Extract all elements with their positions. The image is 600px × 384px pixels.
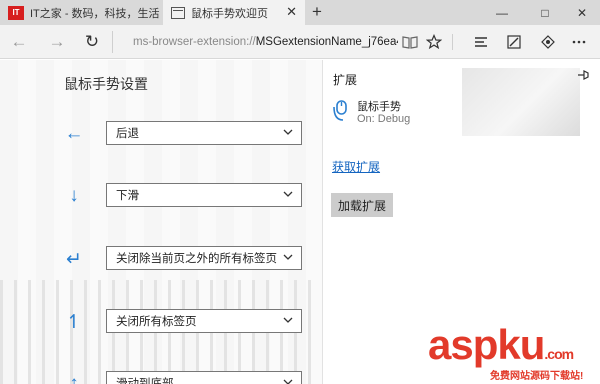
ithome-favicon-icon: IT — [8, 5, 24, 20]
gesture-row: ↓ 下滑 — [0, 183, 322, 213]
navigation-bar: ← → ↻ ms-browser-extension://MSGextensio… — [0, 25, 600, 59]
pin-icon[interactable] — [576, 68, 590, 82]
watermark-logo-text: aspku — [428, 321, 545, 368]
address-prefix: ms-browser-extension:// — [133, 36, 256, 48]
gesture-action-select[interactable]: 关闭所有标签页 — [106, 309, 302, 333]
tab-label: IT之家 - 数码，科技，生活 — [30, 7, 160, 20]
tab-close-icon[interactable]: ✕ — [286, 4, 297, 20]
address-bar[interactable]: ms-browser-extension://MSGextensionName_… — [112, 31, 398, 53]
up-arrow-icon: ↑ — [69, 373, 79, 384]
back-button[interactable]: ← — [6, 30, 32, 54]
tab-mouse-gesture-welcome[interactable]: 鼠标手势欢迎页 ✕ — [163, 0, 305, 25]
page-favicon-icon — [171, 6, 185, 19]
gesture-action-select[interactable]: 滑动到底部 — [106, 371, 302, 384]
web-note-icon[interactable] — [501, 30, 527, 54]
gesture-row: ↵ 关闭除当前页之外的所有标签页 — [0, 246, 322, 276]
down-left-arrow-icon: ↵ — [66, 248, 82, 270]
gesture-row: ↿ 关闭所有标签页 — [0, 309, 322, 339]
load-extension-button[interactable]: 加载扩展 — [331, 193, 393, 217]
minimize-button[interactable]: — — [484, 0, 520, 25]
watermark-subtitle: 免费网站源码下载站! — [490, 371, 584, 382]
hub-icon[interactable] — [468, 30, 494, 54]
share-icon[interactable] — [535, 30, 561, 54]
toolbar-separator — [452, 34, 453, 50]
favorite-star-icon[interactable] — [421, 30, 447, 54]
gesture-action-select[interactable]: 下滑 — [106, 183, 302, 207]
chevron-down-icon — [283, 191, 293, 197]
select-value: 关闭除当前页之外的所有标签页 — [116, 253, 277, 265]
address-main: MSGextensionName_j76ea4dfmytt — [255, 36, 398, 48]
mouse-icon — [333, 100, 347, 121]
left-arrow-icon: ← — [64, 123, 84, 144]
close-window-button[interactable]: ✕ — [564, 0, 600, 25]
blurred-image — [462, 68, 580, 136]
forward-button[interactable]: → — [44, 30, 70, 54]
extension-item-mouse-gestures[interactable]: 鼠标手势 On: Debug — [329, 94, 459, 128]
select-value: 下滑 — [116, 190, 139, 202]
watermark-logo: aspku.com — [428, 321, 574, 368]
gesture-settings-page: 鼠标手势设置 ← 后退 ↓ 下滑 ↵ 关闭除当前页之外的所有标签页 ↿ 关闭所有… — [0, 60, 322, 384]
select-value: 滑动到底部 — [116, 378, 174, 384]
chevron-down-icon — [283, 317, 293, 323]
gesture-action-select[interactable]: 关闭除当前页之外的所有标签页 — [106, 246, 302, 270]
gesture-action-select[interactable]: 后退 — [106, 121, 302, 145]
maximize-button[interactable]: □ — [527, 0, 563, 25]
more-actions-icon[interactable] — [566, 30, 592, 54]
select-value: 后退 — [116, 128, 139, 140]
up-right-arrow-icon: ↿ — [66, 311, 82, 333]
refresh-button[interactable]: ↻ — [79, 30, 105, 54]
page-title: 鼠标手势设置 — [64, 76, 148, 92]
watermark-logo-suffix: .com — [544, 346, 574, 362]
chevron-down-icon — [283, 254, 293, 260]
tab-ithome[interactable]: IT IT之家 - 数码，科技，生活 — [0, 0, 163, 25]
select-value: 关闭所有标签页 — [116, 316, 197, 328]
gesture-row: ← 后退 — [0, 121, 322, 151]
tab-label: 鼠标手势欢迎页 — [191, 7, 268, 20]
extension-status: On: Debug — [357, 113, 411, 125]
panel-title: 扩展 — [333, 73, 358, 87]
chevron-down-icon — [283, 379, 293, 384]
gesture-row: ↑ 滑动到底部 — [0, 371, 322, 384]
get-extensions-link[interactable]: 获取扩展 — [332, 158, 380, 175]
extension-name: 鼠标手势 — [357, 101, 401, 113]
chevron-down-icon — [283, 129, 293, 135]
tab-bar: IT IT之家 - 数码，科技，生活 鼠标手势欢迎页 ✕ + — □ ✕ — [0, 0, 600, 25]
new-tab-button[interactable]: + — [312, 2, 322, 22]
down-arrow-icon: ↓ — [69, 185, 79, 206]
reading-view-icon[interactable] — [397, 30, 423, 54]
